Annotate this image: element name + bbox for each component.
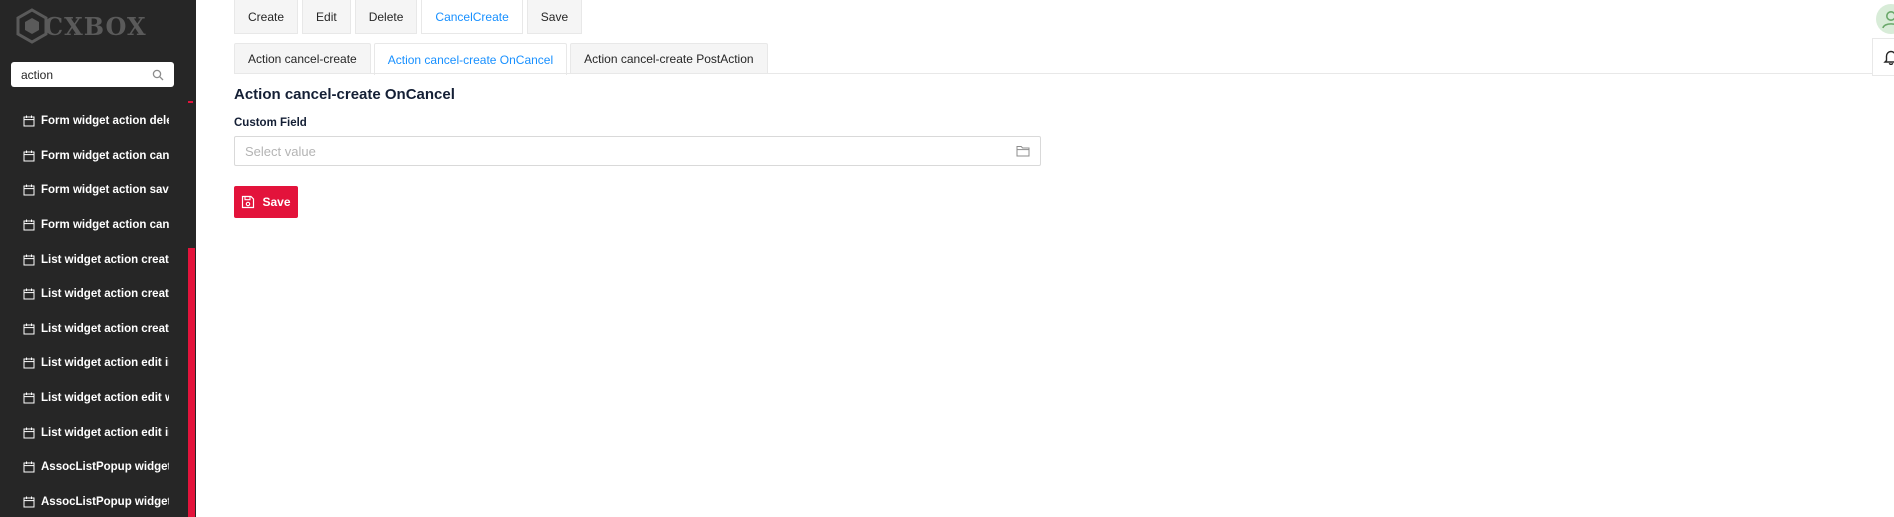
create-button[interactable]: Create: [234, 0, 299, 34]
sidebar-item[interactable]: List widget action edit inline: [0, 346, 188, 381]
sidebar-item-label: List widget action edit inline: [41, 426, 169, 439]
search-icon[interactable]: [152, 69, 164, 81]
sidebar-item[interactable]: List widget action create: [0, 277, 188, 312]
sidebar-item[interactable]: List widget action create: [0, 312, 188, 347]
sidebar-item-label: AssocListPopup widget action: [41, 495, 169, 508]
logo[interactable]: CXBOX: [14, 6, 147, 46]
tab-cancel-create-oncancel[interactable]: Action cancel-create OnCancel: [373, 43, 568, 75]
sidebar-item[interactable]: Form widget action delete: [0, 104, 188, 139]
save-button[interactable]: Save: [234, 186, 298, 218]
custom-field-label: Custom Field: [234, 117, 307, 129]
cancel-create-button[interactable]: CancelCreate: [421, 0, 523, 34]
tabs-divider: [234, 73, 1872, 74]
calendar-icon: [23, 323, 35, 335]
sidebar: CXBOX Form widget action delete Form wid…: [0, 0, 196, 517]
calendar-icon: [23, 184, 35, 196]
sidebar-item-label: Form widget action delete: [41, 115, 169, 128]
sidebar-item-label: Form widget action cancel-create: [41, 219, 169, 232]
calendar-icon: [23, 427, 35, 439]
form-title: Action cancel-create OnCancel: [234, 86, 455, 103]
custom-field[interactable]: [234, 136, 1041, 166]
sidebar-menu: Form widget action delete Form widget ac…: [0, 104, 188, 517]
sidebar-item[interactable]: List widget action create: [0, 242, 188, 277]
sidebar-item-label: List widget action edit with: [41, 392, 169, 405]
sidebar-item-label: List widget action create: [41, 253, 169, 266]
sidebar-item-label: List widget action edit inline: [41, 357, 169, 370]
user-icon: [1882, 11, 1894, 29]
calendar-icon: [23, 219, 35, 231]
tab-cancel-create-postaction[interactable]: Action cancel-create PostAction: [570, 43, 768, 74]
sidebar-item[interactable]: Form widget action cancel-create: [0, 139, 188, 174]
calendar-icon: [23, 496, 35, 508]
main-content: Create Edit Delete CancelCreate Save Act…: [196, 0, 1872, 517]
custom-field-input[interactable]: [245, 143, 1008, 159]
folder-icon[interactable]: [1016, 145, 1030, 157]
sidebar-search[interactable]: [11, 62, 174, 87]
calendar-icon: [23, 115, 35, 127]
calendar-icon: [23, 254, 35, 266]
sidebar-item[interactable]: AssocListPopup widget action: [0, 450, 188, 485]
save-button-label: Save: [262, 195, 291, 209]
save-toolbar-button[interactable]: Save: [526, 0, 583, 34]
calendar-icon: [23, 288, 35, 300]
sidebar-scrollbar[interactable]: [188, 248, 195, 517]
sidebar-item-label: List widget action create: [41, 322, 169, 335]
logo-text: CXBOX: [44, 11, 147, 41]
delete-button[interactable]: Delete: [354, 0, 418, 34]
calendar-icon: [23, 392, 35, 404]
active-marker: [188, 101, 193, 103]
sidebar-item-label: List widget action create: [41, 288, 169, 301]
sidebar-item[interactable]: List widget action edit with: [0, 381, 188, 416]
right-header-strip: [1872, 0, 1894, 517]
bell-icon: [1883, 50, 1894, 65]
sidebar-item[interactable]: List widget action edit inline: [0, 415, 188, 450]
calendar-icon: [23, 357, 35, 369]
sidebar-item[interactable]: Form widget action save: [0, 173, 188, 208]
view-tabs: Action cancel-create Action cancel-creat…: [234, 43, 771, 75]
calendar-icon: [23, 461, 35, 473]
save-icon: [242, 195, 255, 209]
sidebar-item[interactable]: AssocListPopup widget action: [0, 485, 188, 517]
notifications-button[interactable]: [1872, 38, 1894, 76]
tab-cancel-create[interactable]: Action cancel-create: [234, 43, 371, 74]
widget-toolbar: Create Edit Delete CancelCreate Save: [234, 0, 586, 34]
edit-button[interactable]: Edit: [302, 0, 351, 34]
sidebar-item-label: Form widget action cancel-create: [41, 149, 169, 162]
sidebar-item-label: Form widget action save: [41, 184, 169, 197]
search-input[interactable]: [21, 67, 147, 82]
calendar-icon: [23, 150, 35, 162]
sidebar-item-label: AssocListPopup widget action: [41, 461, 169, 474]
sidebar-item[interactable]: Form widget action cancel-create: [0, 208, 188, 243]
